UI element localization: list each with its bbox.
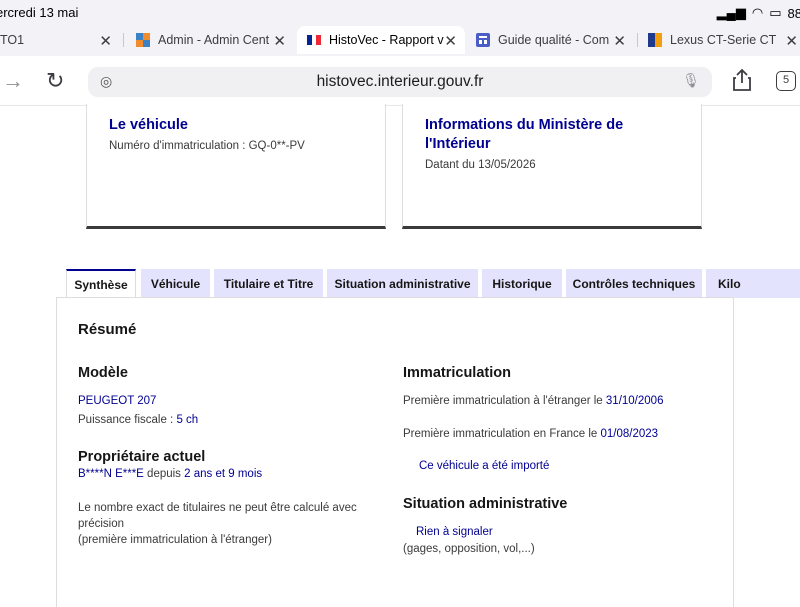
france-registration: Première immatriculation en France le 01… xyxy=(403,428,659,440)
browser-tab[interactable]: Admin - Admin Cent ✕ xyxy=(128,26,294,54)
ministry-date: Datant du 13/05/2026 xyxy=(425,159,536,171)
plate-label: Numéro d'immatriculation : xyxy=(109,140,246,152)
foreign-registration: Première immatriculation à l'étranger le… xyxy=(403,395,664,407)
microphone-icon[interactable]: 🎙︎ xyxy=(682,72,700,89)
model-heading: Modèle xyxy=(78,365,128,381)
admin-status[interactable]: Rien à signaler xyxy=(416,524,493,540)
browser-tab-title: TO1 xyxy=(0,33,25,47)
browser-tab-title: Lexus CT-Serie CT 2 xyxy=(670,33,780,47)
browser-tab[interactable]: Lexus CT-Serie CT 2 ✕ xyxy=(642,26,800,54)
guide-favicon-icon xyxy=(476,33,490,47)
browser-tab-active[interactable]: HistoVec - Rapport v ✕ xyxy=(297,26,465,54)
tab-vehicule[interactable]: Véhicule xyxy=(141,269,210,298)
battery-icon: ▭ xyxy=(769,5,782,20)
status-date: ercredi 13 mai xyxy=(0,5,79,20)
summary-title: Résumé xyxy=(78,321,137,338)
browser-tab[interactable]: TO1 ✕ xyxy=(0,26,120,54)
fiscal-power: Puissance fiscale : 5 ch xyxy=(78,414,199,426)
status-bar: ercredi 13 mai ▂▄▆ ◠ ▭ 88 xyxy=(0,0,800,24)
url-text[interactable]: histovec.interieur.gouv.fr xyxy=(88,73,712,91)
admin-situation-heading: Situation administrative xyxy=(403,496,568,512)
address-bar[interactable]: ◎ histovec.interieur.gouv.fr 🎙︎ xyxy=(88,67,712,97)
lexus-favicon-icon xyxy=(648,33,662,47)
ministry-card: Informations du Ministère de l'Intérieur … xyxy=(402,104,702,229)
close-icon[interactable]: ✕ xyxy=(613,32,626,50)
tab-historique[interactable]: Historique xyxy=(482,269,562,298)
browser-tab-title: Guide qualité - Com xyxy=(498,33,610,47)
status-icons: ▂▄▆ ◠ ▭ 88 xyxy=(717,5,800,21)
owner-note: Le nombre exact de titulaires ne peut êt… xyxy=(78,502,357,546)
battery-level: 88 xyxy=(787,5,800,21)
close-icon[interactable]: ✕ xyxy=(444,32,457,50)
vehicle-card: Le véhicule Numéro d'immatriculation : G… xyxy=(86,104,386,229)
plate-line: Numéro d'immatriculation : GQ-0**-PV xyxy=(109,140,305,152)
admin-favicon-icon xyxy=(136,33,150,47)
page-content: Le véhicule Numéro d'immatriculation : G… xyxy=(0,104,800,607)
wifi-icon: ◠ xyxy=(751,5,764,20)
tab-synthese[interactable]: Synthèse xyxy=(66,269,136,299)
owner-line: B****N E***E depuis 2 ans et 9 mois xyxy=(78,468,263,480)
tab-situation-administrative[interactable]: Situation administrative xyxy=(327,269,478,298)
share-icon[interactable] xyxy=(731,68,753,92)
tab-titulaire[interactable]: Titulaire et Titre xyxy=(214,269,323,298)
registration-heading: Immatriculation xyxy=(403,365,511,381)
imported-link[interactable]: Ce véhicule a été importé xyxy=(419,458,549,474)
admin-details: (gages, opposition, vol,...) xyxy=(403,543,535,555)
reload-icon[interactable]: ↻ xyxy=(46,68,64,94)
url-toolbar: → ↻ ◎ histovec.interieur.gouv.fr 🎙︎ 5 xyxy=(0,56,800,106)
owner-heading: Propriétaire actuel xyxy=(78,449,206,465)
browser-tab-strip: TO1 ✕ Admin - Admin Cent ✕ HistoVec - Ra… xyxy=(0,24,800,56)
model-name: PEUGEOT 207 xyxy=(78,395,157,407)
plate-value: GQ-0**-PV xyxy=(248,140,305,152)
browser-tab-title: HistoVec - Rapport v xyxy=(329,33,444,47)
summary-panel: Résumé Modèle PEUGEOT 207 Puissance fisc… xyxy=(56,297,734,607)
tab-kilometrage[interactable]: Kilo xyxy=(706,269,800,298)
forward-arrow-icon[interactable]: → xyxy=(2,68,24,94)
close-icon[interactable]: ✕ xyxy=(273,32,286,50)
tab-count-button[interactable]: 5 xyxy=(776,71,796,91)
vehicle-card-title: Le véhicule xyxy=(109,117,188,133)
close-icon[interactable]: ✕ xyxy=(99,32,112,50)
browser-tab[interactable]: Guide qualité - Com ✕ xyxy=(468,26,634,54)
tab-controles-techniques[interactable]: Contrôles techniques xyxy=(566,269,702,298)
ministry-card-title: Informations du Ministère de l'Intérieur xyxy=(425,117,624,152)
signal-icon: ▂▄▆ xyxy=(716,5,746,20)
close-icon[interactable]: ✕ xyxy=(785,32,798,50)
french-flag-icon xyxy=(307,35,321,45)
browser-tab-title: Admin - Admin Cent xyxy=(158,33,270,47)
